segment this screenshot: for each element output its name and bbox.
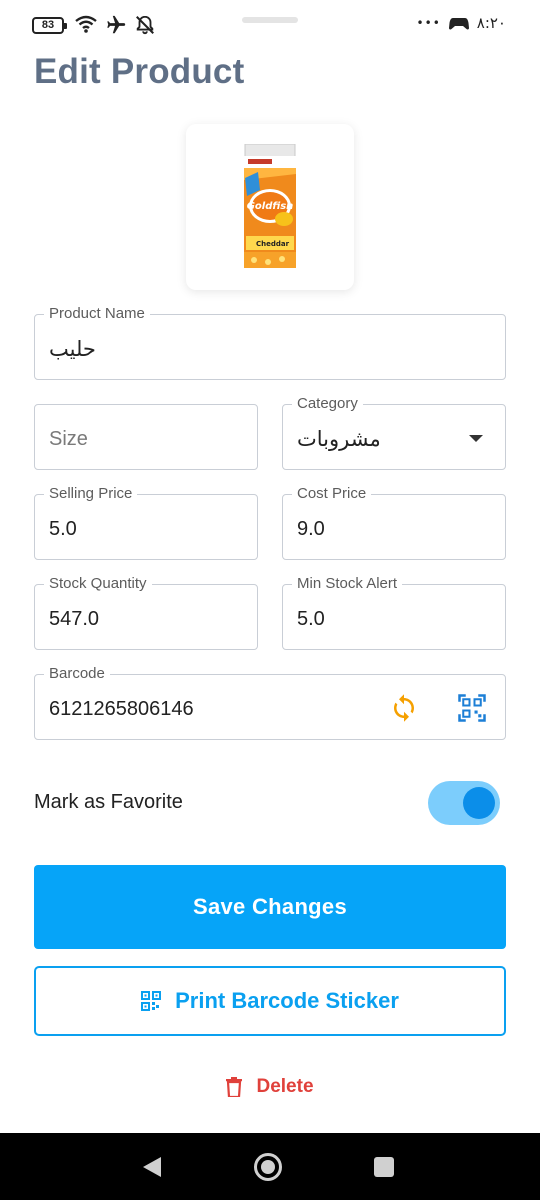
- wifi-icon: [75, 15, 97, 33]
- qr-scan-icon[interactable]: [457, 693, 487, 723]
- back-icon[interactable]: [143, 1157, 161, 1177]
- selling-price-field[interactable]: Selling Price 5.0: [34, 485, 258, 560]
- product-photo-icon: Goldfish Cheddar: [244, 144, 296, 268]
- save-changes-button[interactable]: Save Changes: [34, 865, 506, 949]
- category-value: مشروبات: [297, 427, 381, 451]
- airplane-mode-icon: [107, 15, 126, 34]
- selling-price-value: 5.0: [49, 518, 77, 540]
- system-nav-bar: [0, 1133, 540, 1200]
- home-icon[interactable]: [254, 1153, 282, 1181]
- battery-level: 83: [41, 19, 55, 31]
- overflow-dots: •••: [416, 16, 441, 30]
- battery-icon: 83: [32, 17, 67, 34]
- clock: ٨:٢٠: [476, 14, 506, 32]
- selling-price-label: Selling Price: [44, 485, 138, 503]
- qr-code-icon: [141, 991, 162, 1011]
- gamepad-icon: [448, 18, 469, 30]
- toggle-knob: [463, 787, 495, 819]
- favorite-toggle[interactable]: [428, 781, 500, 825]
- favorite-label: Mark as Favorite: [34, 791, 183, 813]
- dropdown-arrow-icon: [469, 435, 483, 442]
- product-name-value: حليب: [49, 337, 96, 361]
- size-field[interactable]: Size: [34, 404, 258, 470]
- barcode-field[interactable]: Barcode 6121265806146: [34, 665, 506, 740]
- delete-label: Delete: [256, 1076, 314, 1097]
- trash-icon: [226, 1077, 243, 1097]
- product-name-label: Product Name: [44, 305, 150, 323]
- category-label: Category: [292, 395, 363, 413]
- status-bar: 83 ••• ٨:٢٠: [0, 0, 540, 50]
- barcode-label: Barcode: [44, 665, 110, 683]
- notch-indicator: [242, 17, 298, 23]
- category-dropdown[interactable]: Category مشروبات: [282, 395, 506, 470]
- notifications-off-icon: [136, 15, 154, 35]
- cost-price-label: Cost Price: [292, 485, 372, 503]
- cost-price-value: 9.0: [297, 518, 325, 540]
- svg-text:Cheddar: Cheddar: [256, 240, 290, 248]
- recents-icon[interactable]: [374, 1157, 394, 1177]
- delete-button[interactable]: Delete: [0, 1069, 540, 1105]
- product-image-card[interactable]: Goldfish Cheddar: [186, 124, 354, 290]
- page-title: Edit Product: [34, 52, 245, 91]
- min-stock-alert-value: 5.0: [297, 608, 325, 630]
- svg-text:Goldfish: Goldfish: [247, 201, 294, 212]
- cost-price-field[interactable]: Cost Price 9.0: [282, 485, 506, 560]
- stock-quantity-value: 547.0: [49, 608, 100, 630]
- size-placeholder: Size: [49, 428, 88, 450]
- print-barcode-button[interactable]: Print Barcode Sticker: [34, 966, 506, 1036]
- print-barcode-label: Print Barcode Sticker: [175, 988, 399, 1013]
- product-name-field[interactable]: Product Name حليب: [34, 305, 506, 380]
- refresh-icon[interactable]: [389, 693, 419, 723]
- min-stock-alert-field[interactable]: Min Stock Alert 5.0: [282, 575, 506, 650]
- status-right: ••• ٨:٢٠: [417, 14, 506, 32]
- barcode-value: 6121265806146: [49, 698, 194, 720]
- stock-quantity-label: Stock Quantity: [44, 575, 152, 593]
- min-stock-alert-label: Min Stock Alert: [292, 575, 403, 593]
- stock-quantity-field[interactable]: Stock Quantity 547.0: [34, 575, 258, 650]
